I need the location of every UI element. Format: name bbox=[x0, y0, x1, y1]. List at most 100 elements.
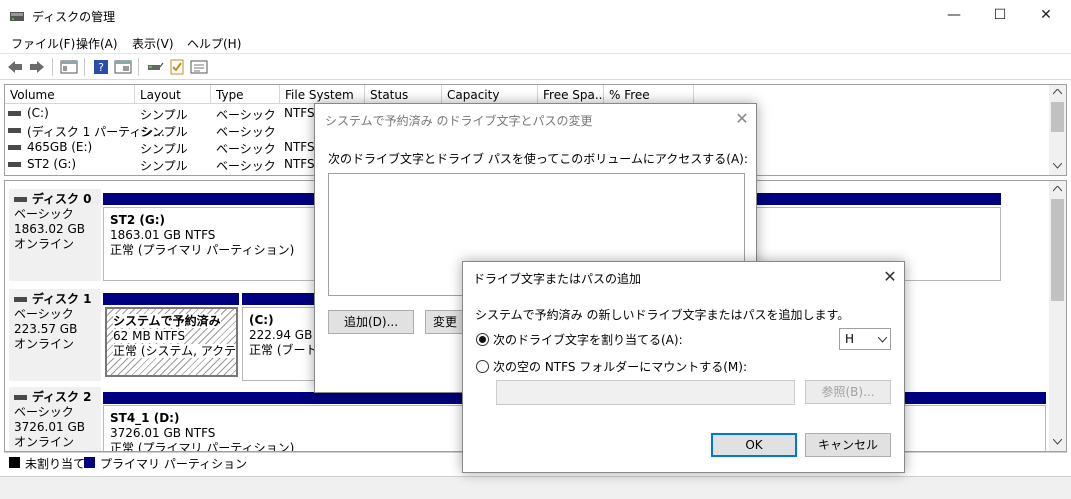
mount-folder-radio[interactable] bbox=[476, 360, 489, 373]
close-icon[interactable]: ✕ bbox=[875, 264, 905, 290]
dialog-description: システムで予約済み の新しいドライブ文字またはパスを追加します。 bbox=[475, 308, 850, 322]
disk-type: ベーシック bbox=[14, 307, 74, 321]
add-drive-letter-dialog: ドライブ文字またはパスの追加 ✕ システムで予約済み の新しいドライブ文字または… bbox=[462, 261, 905, 473]
partition-system-reserved[interactable]: システムで予約済み 62 MB NTFS 正常 (システム, アクティブ, プ bbox=[105, 307, 238, 377]
disk-icon bbox=[14, 196, 27, 202]
volume-icon bbox=[8, 145, 21, 150]
primary-swatch bbox=[84, 457, 95, 468]
disk-2-info[interactable]: ディスク 2 ベーシック 3726.01 GB オンライン bbox=[9, 387, 101, 451]
scroll-up-icon[interactable] bbox=[1053, 89, 1062, 95]
menu-action[interactable]: 操作(A) bbox=[76, 35, 118, 52]
back-arrow-icon[interactable] bbox=[6, 59, 24, 75]
scroll-thumb[interactable] bbox=[1051, 199, 1064, 301]
volume-layout: シンプル bbox=[140, 142, 188, 156]
disk-size: 223.57 GB bbox=[14, 322, 78, 336]
disk-type: ベーシック bbox=[14, 405, 74, 419]
volume-icon bbox=[8, 111, 21, 116]
volume-file-system: NTFS bbox=[284, 106, 315, 120]
disk-management-icon bbox=[10, 12, 24, 21]
assign-letter-label[interactable]: 次のドライブ文字を割り当てる(A): bbox=[493, 331, 683, 348]
column-header-type[interactable]: Type bbox=[211, 85, 280, 104]
volume-icon bbox=[8, 128, 21, 133]
menu-bar: ファイル(F) 操作(A) 表示(V) ヘルプ(H) bbox=[0, 31, 1071, 53]
window-title: ディスクの管理 bbox=[32, 10, 116, 24]
disk-1-info[interactable]: ディスク 1 ベーシック 223.57 GB オンライン bbox=[9, 289, 101, 381]
cancel-button[interactable]: キャンセル bbox=[805, 433, 891, 457]
volume-layout: シンプル bbox=[140, 108, 188, 122]
volume-layout: シンプル bbox=[140, 125, 188, 139]
disk-size: 3726.01 GB bbox=[14, 420, 85, 434]
scroll-down-icon[interactable] bbox=[1053, 439, 1062, 445]
close-button[interactable]: ✕ bbox=[1023, 0, 1069, 31]
chevron-down-icon bbox=[878, 337, 887, 343]
volume-type: ベーシック bbox=[216, 125, 276, 139]
status-bar bbox=[0, 476, 1071, 499]
column-header-free-space[interactable]: Free Spa... bbox=[538, 85, 606, 104]
disk-status: オンライン bbox=[14, 237, 75, 251]
drive-letter-select[interactable]: H bbox=[839, 328, 891, 350]
disk-name: ディスク 0 bbox=[31, 192, 92, 206]
menu-help[interactable]: ヘルプ(H) bbox=[187, 35, 241, 52]
volume-file-system: NTFS bbox=[284, 157, 315, 171]
browse-button[interactable]: 参照(B)... bbox=[805, 380, 891, 404]
scroll-down-icon[interactable] bbox=[1053, 163, 1062, 169]
disk-name: ディスク 1 bbox=[31, 292, 92, 306]
add-button[interactable]: 追加(D)... bbox=[328, 310, 414, 334]
drive-letter-value: H bbox=[845, 332, 855, 346]
partition-name: システムで予約済み bbox=[113, 314, 221, 328]
column-header-layout[interactable]: Layout bbox=[135, 85, 211, 104]
minimize-button[interactable]: — bbox=[931, 0, 977, 31]
disk-0-info[interactable]: ディスク 0 ベーシック 1863.02 GB オンライン bbox=[9, 189, 101, 281]
column-header-percent-free[interactable]: % Free bbox=[604, 85, 694, 104]
disk-status: オンライン bbox=[14, 337, 75, 351]
toolbar: ? bbox=[0, 53, 1071, 80]
dialog-title: ドライブ文字またはパスの追加 bbox=[473, 272, 642, 286]
volume-layout: シンプル bbox=[140, 159, 188, 173]
volume-file-system: NTFS bbox=[284, 140, 315, 154]
forward-arrow-icon[interactable] bbox=[28, 59, 46, 75]
menu-file[interactable]: ファイル(F) bbox=[11, 35, 75, 52]
volume-list-scrollbar[interactable] bbox=[1049, 85, 1066, 175]
toolbar-separator bbox=[52, 58, 53, 76]
folder-path-input[interactable] bbox=[496, 380, 795, 405]
dialog-title: システムで予約済み のドライブ文字とパスの変更 bbox=[325, 114, 593, 128]
change-button[interactable]: 変更 bbox=[425, 310, 465, 334]
partition-bar-primary bbox=[103, 293, 239, 305]
maximize-button[interactable]: ☐ bbox=[977, 0, 1023, 31]
partition-size: 62 MB NTFS bbox=[113, 329, 186, 343]
properties-sheet-icon[interactable] bbox=[190, 59, 208, 75]
toolbar-separator bbox=[138, 58, 139, 76]
scroll-up-icon[interactable] bbox=[1053, 186, 1062, 192]
volume-type: ベーシック bbox=[216, 142, 276, 156]
disk-size: 1863.02 GB bbox=[14, 222, 85, 236]
dialog-instruction: 次のドライブ文字とドライブ パスを使ってこのボリュームにアクセスする(A): bbox=[328, 152, 748, 166]
properties-pane-icon[interactable] bbox=[114, 59, 132, 75]
disk-status: オンライン bbox=[14, 435, 75, 449]
close-icon[interactable]: ✕ bbox=[727, 106, 757, 132]
volume-name: 465GB (E:) bbox=[27, 140, 93, 154]
disk-name: ディスク 2 bbox=[31, 390, 92, 404]
legend-primary: プライマリ パーティション bbox=[100, 457, 248, 471]
checklist-icon[interactable] bbox=[168, 59, 186, 75]
disk-icon bbox=[14, 394, 27, 400]
console-tree-icon[interactable] bbox=[60, 59, 78, 75]
help-icon[interactable]: ? bbox=[92, 59, 110, 75]
column-header-capacity[interactable]: Capacity bbox=[442, 85, 538, 104]
partition-status: 正常 (システム, アクティブ, プ bbox=[113, 344, 236, 358]
unallocated-swatch bbox=[9, 457, 20, 468]
menu-view[interactable]: 表示(V) bbox=[132, 35, 174, 52]
column-header-file-system[interactable]: File System bbox=[280, 85, 365, 104]
column-header-status[interactable]: Status bbox=[365, 85, 442, 104]
scroll-thumb[interactable] bbox=[1051, 102, 1064, 132]
disk-type: ベーシック bbox=[14, 207, 74, 221]
assign-letter-radio[interactable] bbox=[476, 333, 489, 346]
disk-map-scrollbar[interactable] bbox=[1049, 181, 1066, 451]
volume-type: ベーシック bbox=[216, 159, 276, 173]
legend-unallocated: 未割り当て bbox=[25, 457, 86, 471]
mount-folder-label[interactable]: 次の空の NTFS フォルダーにマウントする(M): bbox=[493, 358, 747, 375]
column-header-volume[interactable]: Volume bbox=[5, 85, 135, 104]
title-bar: ディスクの管理 — ☐ ✕ bbox=[0, 0, 1071, 31]
ok-button[interactable]: OK bbox=[711, 433, 797, 457]
connect-drive-icon[interactable] bbox=[146, 59, 164, 75]
volume-name: ST2 (G:) bbox=[27, 157, 77, 171]
